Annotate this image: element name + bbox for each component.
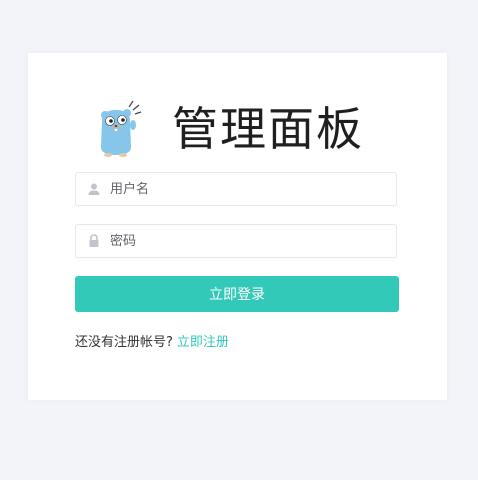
login-header: 管理面板: [96, 97, 364, 161]
username-input[interactable]: [110, 173, 380, 205]
register-link[interactable]: 立即注册: [177, 335, 229, 350]
login-card: 管理面板 立即登录 还没有注册帐号? 立即注册: [28, 53, 447, 400]
user-icon: [88, 183, 100, 195]
password-field[interactable]: [75, 224, 397, 258]
lock-icon: [89, 234, 99, 247]
page-title: 管理面板: [172, 102, 364, 156]
password-input[interactable]: [110, 225, 380, 257]
register-prompt-text: 还没有注册帐号?: [75, 335, 173, 350]
register-prompt: 还没有注册帐号? 立即注册: [75, 331, 229, 350]
gopher-mascot-icon: [101, 100, 142, 157]
login-button[interactable]: 立即登录: [75, 276, 399, 312]
username-field[interactable]: [75, 172, 397, 206]
